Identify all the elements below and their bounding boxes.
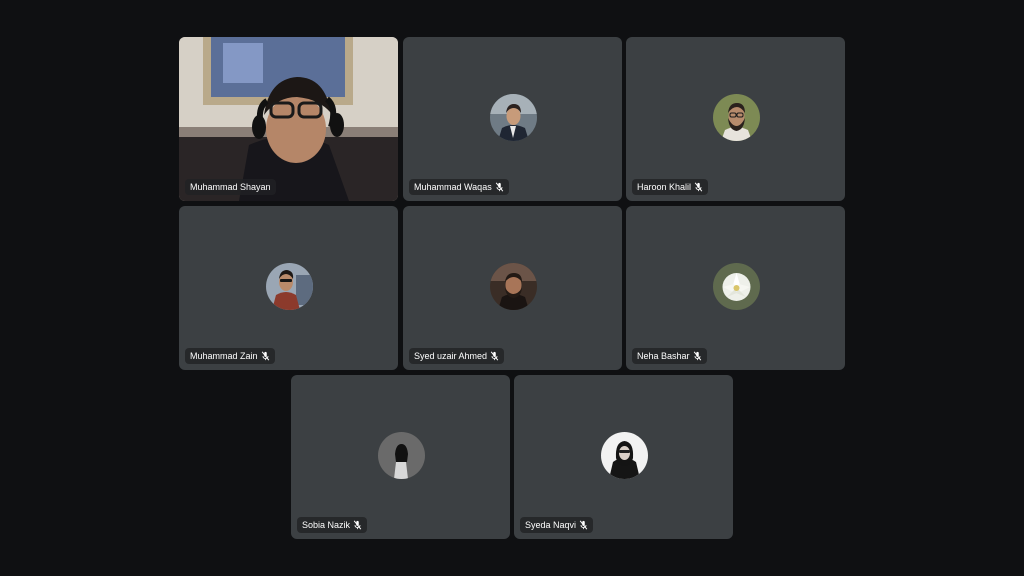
participant-avatar: [712, 94, 760, 141]
participant-name-chip: Muhammad Zain: [185, 348, 275, 364]
participant-name: Syeda Naqvi: [525, 520, 577, 530]
mic-off-icon: [490, 351, 499, 361]
participant-tile-haroon-khalil[interactable]: Haroon Khalil: [626, 37, 845, 201]
participant-tile-neha-bashar[interactable]: Neha Bashar: [626, 206, 845, 370]
participant-tile-muhammad-shayan[interactable]: Muhammad Shayan: [179, 37, 398, 201]
participant-avatar: [489, 263, 537, 310]
mic-off-icon: [495, 182, 503, 192]
participant-tile-muhammad-waqas[interactable]: Muhammad Waqas: [403, 37, 622, 201]
participant-name: Muhammad Zain: [190, 351, 258, 361]
participant-tile-syed-uzair-ahmed[interactable]: Syed uzair Ahmed: [403, 206, 622, 370]
participant-name-chip: Neha Bashar: [632, 348, 707, 364]
meeting-grid: Muhammad Shayan Muhammad Waqas Haroon Kh…: [0, 0, 1024, 576]
mic-off-icon: [261, 351, 269, 361]
participant-avatar: [265, 263, 313, 310]
participant-video: [179, 37, 398, 201]
participant-name-chip: Syed uzair Ahmed: [409, 348, 505, 364]
mic-off-icon: [693, 351, 701, 361]
participant-name-chip: Syeda Naqvi: [520, 517, 594, 533]
participant-avatar: [712, 263, 760, 310]
mic-off-icon: [353, 520, 362, 530]
participant-name: Syed uzair Ahmed: [414, 351, 488, 361]
participant-name: Muhammad Shayan: [190, 182, 271, 192]
participant-name: Sobia Nazik: [302, 520, 351, 530]
participant-name-chip: Sobia Nazik: [297, 517, 368, 533]
participant-name: Muhammad Waqas: [414, 182, 492, 192]
participant-name-chip: Muhammad Shayan: [185, 179, 276, 195]
participant-avatar: [489, 94, 537, 141]
participant-name: Neha Bashar: [637, 351, 690, 361]
participant-avatar: [377, 432, 425, 479]
participant-tile-muhammad-zain[interactable]: Muhammad Zain: [179, 206, 398, 370]
mic-off-icon: [579, 520, 588, 530]
participant-name-chip: Haroon Khalil: [632, 179, 709, 195]
mic-off-icon: [694, 182, 703, 192]
participant-tile-syeda-naqvi[interactable]: Syeda Naqvi: [514, 375, 733, 539]
participant-tile-sobia-nazik[interactable]: Sobia Nazik: [291, 375, 510, 539]
participant-name: Haroon Khalil: [637, 182, 692, 192]
participant-avatar: [600, 432, 648, 479]
participant-name-chip: Muhammad Waqas: [409, 179, 509, 195]
